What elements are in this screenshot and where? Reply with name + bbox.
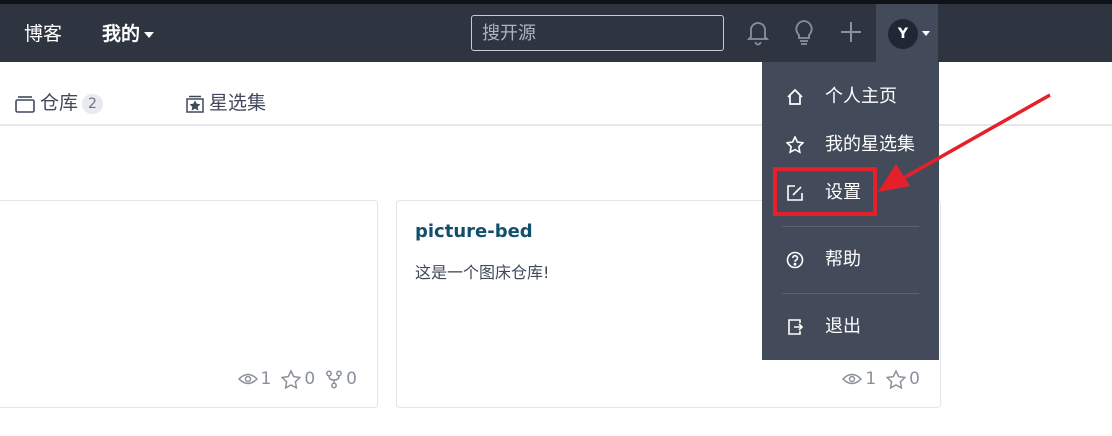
nav-mine-menu[interactable]: 我的 bbox=[102, 22, 155, 46]
settings-highlight-box bbox=[773, 167, 877, 216]
menu-item-logout[interactable]: 退出 bbox=[762, 310, 939, 344]
nav-blog-link[interactable]: 博客 bbox=[24, 22, 62, 46]
menu-divider bbox=[782, 226, 919, 227]
lightbulb-icon[interactable] bbox=[791, 18, 817, 46]
tab-repositories[interactable]: 仓库 2 bbox=[14, 90, 103, 116]
home-icon bbox=[787, 88, 803, 105]
help-icon bbox=[786, 251, 804, 269]
fork-stat[interactable]: 0 bbox=[325, 369, 357, 389]
menu-divider bbox=[782, 293, 919, 294]
top-edge bbox=[0, 0, 1112, 4]
fork-icon bbox=[326, 370, 343, 388]
repo-count-badge: 2 bbox=[82, 93, 103, 114]
watch-stat[interactable]: 1 bbox=[842, 369, 876, 389]
tab-star-collections[interactable]: 星选集 bbox=[185, 90, 266, 116]
star-icon bbox=[886, 369, 907, 389]
avatar[interactable]: Y bbox=[888, 19, 918, 49]
tab-label: 仓库 bbox=[40, 92, 79, 114]
watch-stat[interactable]: 1 bbox=[237, 369, 272, 389]
star-count: 0 bbox=[909, 369, 920, 389]
star-icon bbox=[786, 136, 804, 154]
repo-title[interactable]: picture-bed bbox=[415, 221, 533, 242]
nav-mine-label: 我的 bbox=[102, 23, 141, 45]
menu-item-label: 退出 bbox=[825, 316, 861, 337]
eye-icon bbox=[237, 373, 258, 385]
fork-count: 0 bbox=[346, 369, 357, 389]
logout-icon bbox=[788, 319, 804, 335]
chevron-down-icon bbox=[144, 31, 155, 38]
bell-icon[interactable] bbox=[745, 18, 771, 46]
top-navbar: 博客 我的 Y bbox=[0, 0, 1112, 62]
repo-description: 这是一个图床仓库! bbox=[415, 263, 550, 282]
star-count: 0 bbox=[304, 369, 316, 389]
watch-count: 1 bbox=[865, 369, 877, 389]
plus-icon[interactable] bbox=[838, 18, 864, 46]
repo-stats: 1 0 bbox=[832, 369, 920, 389]
repo-stats: 1 0 0 bbox=[228, 369, 357, 389]
eye-icon bbox=[842, 373, 863, 385]
repo-card[interactable]: 1 0 0 bbox=[0, 200, 378, 408]
user-menu-toggle[interactable]: Y bbox=[876, 4, 938, 62]
menu-item-help[interactable]: 帮助 bbox=[762, 243, 939, 277]
tab-label: 星选集 bbox=[209, 92, 267, 114]
star-stat[interactable]: 0 bbox=[886, 369, 920, 389]
menu-item-label: 帮助 bbox=[825, 249, 861, 270]
watch-count: 1 bbox=[260, 369, 272, 389]
star-box-icon bbox=[186, 95, 204, 113]
repository-icon bbox=[15, 95, 35, 113]
star-stat[interactable]: 0 bbox=[281, 369, 315, 389]
annotation-arrow-icon bbox=[878, 93, 1051, 192]
chevron-down-icon bbox=[922, 31, 930, 36]
star-icon bbox=[281, 369, 302, 389]
search-input[interactable] bbox=[471, 15, 724, 51]
